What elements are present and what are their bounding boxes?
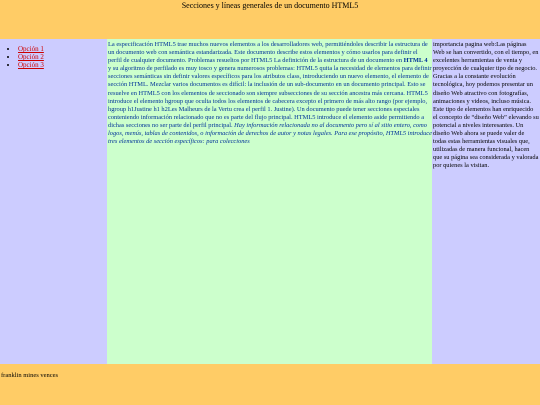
aside-text: importancia pagina web:Las páginas Web s…: [433, 41, 539, 170]
nav-link-opcion-3[interactable]: Opción 3: [18, 61, 44, 69]
page-footer: franklin mines vences: [0, 364, 540, 405]
nav-list-item: Opción 1: [18, 45, 107, 53]
nav-link-opcion-2[interactable]: Opción 2: [18, 53, 44, 61]
nav-list-item: Opción 3: [18, 61, 107, 69]
page-header: Secciones y líneas generales de un docum…: [0, 0, 540, 39]
page: Secciones y líneas generales de un docum…: [0, 0, 540, 405]
main-section: La especificación HTML5 trae muchos nuev…: [107, 39, 432, 364]
aside-panel: importancia pagina web:Las páginas Web s…: [432, 39, 540, 364]
nav-list-item: Opción 2: [18, 53, 107, 61]
nav-link-opcion-1[interactable]: Opción 1: [18, 45, 44, 53]
main-text-rest: y su algoritmo de perfilado es muy tosco…: [108, 65, 432, 129]
main-text-strong: HTML 4: [403, 57, 428, 65]
main-text-start: La especificación HTML5 trae muchos nuev…: [108, 41, 428, 65]
nav-list: Opción 1 Opción 2 Opción 3: [0, 45, 107, 69]
navigation-sidebar: Opción 1 Opción 2 Opción 3: [0, 39, 107, 364]
main-paragraph: La especificación HTML5 trae muchos nuev…: [108, 41, 432, 146]
footer-text: franklin mines vences: [1, 372, 59, 379]
page-title: Secciones y líneas generales de un docum…: [181, 1, 359, 10]
